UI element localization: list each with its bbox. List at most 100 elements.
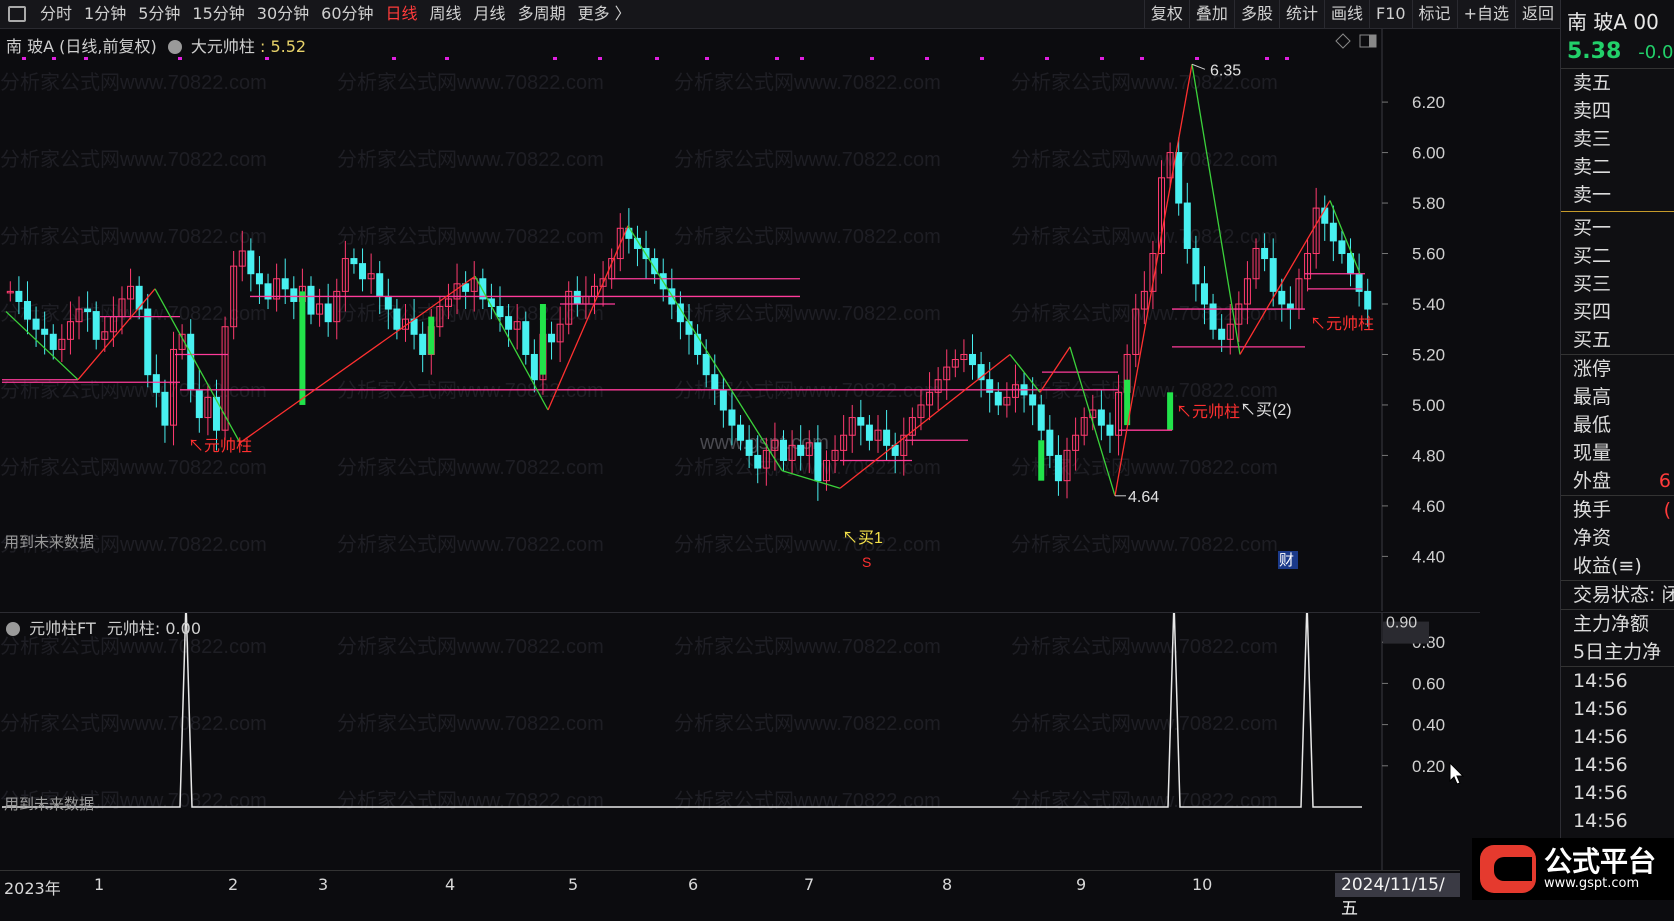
signal-dot <box>775 57 779 60</box>
quote-stat: 最高 <box>1561 383 1674 411</box>
candle-body <box>857 417 865 426</box>
buy-level: 买三 <box>1561 270 1674 298</box>
indicator-toggle-icon[interactable] <box>167 40 182 54</box>
watermark-text: 分析家公式网www.70822.com <box>337 225 604 248</box>
signal-dot <box>178 57 182 60</box>
period-tab[interactable]: 60分钟 <box>315 0 379 28</box>
toolbar-action-button[interactable]: 返回 <box>1514 0 1560 28</box>
sell-level: 卖四 <box>1561 97 1674 125</box>
stat-rows-2: 换手 (净资 收益(≡) <box>1561 496 1674 580</box>
toolbar-action-button[interactable]: 画线 <box>1323 0 1369 28</box>
time-axis-label: 9 <box>1076 875 1087 894</box>
sell-level-label: 卖四 <box>1573 100 1612 122</box>
time-axis-label: 1 <box>94 875 105 894</box>
watermark-text: 分析家公式网www.70822.com <box>0 225 267 248</box>
candle-body <box>728 409 736 426</box>
time-axis-label: 6 <box>688 875 699 894</box>
signal-dot <box>1195 57 1199 60</box>
tick-time-label: 14:56 <box>1573 698 1628 720</box>
watermark-text: 分析家公式网www.70822.com <box>1011 225 1278 248</box>
sub-legend: 元帅柱FT 元帅柱: 0.00 <box>6 615 201 639</box>
toolbar-action-button[interactable]: 复权 <box>1143 0 1189 28</box>
tick-time-label: 14:56 <box>1573 754 1628 776</box>
candle-body <box>797 444 805 456</box>
period-tab[interactable]: 多周期 <box>512 0 572 28</box>
period-tab[interactable]: 日线 <box>380 0 424 28</box>
price-tick-label: 5.20 <box>1412 345 1445 364</box>
candle-body <box>23 300 31 320</box>
quote-stat: 涨停 <box>1561 355 1674 383</box>
logo-icon <box>1480 845 1536 893</box>
watermark-text: 分析家公式网www.70822.com <box>674 456 941 479</box>
toolbar-action-button[interactable]: 叠加 <box>1188 0 1234 28</box>
tick-times[interactable]: 14:56 14:56 14:56 14:56 14:56 14:56 <box>1561 667 1674 835</box>
candle-body <box>324 303 332 323</box>
tick-time-label: 14:56 <box>1573 670 1628 692</box>
price-tick-label: 6.00 <box>1412 144 1445 163</box>
quote-stat-label: 涨停 <box>1573 358 1612 380</box>
candle-body <box>1192 247 1200 285</box>
quote-stat-label: 外盘 <box>1573 470 1612 492</box>
candle-body <box>1261 247 1269 260</box>
toolbar-action-button[interactable]: +自选 <box>1456 0 1515 28</box>
quote-stock-name[interactable]: 南 玻A 00 <box>1561 0 1674 35</box>
candle-body <box>195 389 203 419</box>
watermark-text: 分析家公式网www.70822.com <box>1011 148 1278 171</box>
time-axis: 2023年 1 2 3 4 5 6 7 8 9 10 2024/11/15/五 <box>0 870 1460 919</box>
time-axis-label: 10 <box>1192 875 1213 894</box>
signal-dot <box>392 57 396 60</box>
period-tab[interactable]: 更多 〉 <box>572 0 637 28</box>
watermark-text: 分析家公式网www.70822.com <box>674 533 941 556</box>
period-tab[interactable]: 5分钟 <box>132 0 186 28</box>
quote-stat2-value: ( <box>1663 499 1671 521</box>
watermark-text: 分析家公式网www.70822.com <box>1011 456 1278 479</box>
candle-body <box>1029 394 1037 406</box>
candle-body <box>281 278 289 290</box>
watermark-text: 分析家公式网www.70822.com <box>1011 789 1278 812</box>
candle-body <box>144 308 152 376</box>
sub-indicator-chart[interactable]: 分析家公式网www.70822.com 分析家公式网www.70822.com 分析… <box>0 612 1480 871</box>
toolbar-action-button[interactable]: F10 <box>1368 0 1412 28</box>
candle-body <box>1278 290 1286 305</box>
window-icon[interactable] <box>8 6 26 22</box>
buy-level-label: 买一 <box>1573 217 1612 239</box>
watermark-text: 分析家公式网www.70822.com <box>337 71 604 94</box>
candle-body <box>883 429 891 446</box>
period-tab[interactable]: 30分钟 <box>251 0 315 28</box>
toolbar-action-button[interactable]: 标记 <box>1411 0 1457 28</box>
signal-dot <box>265 57 269 60</box>
sell-level-label: 卖二 <box>1573 156 1612 178</box>
candle-body <box>745 439 753 456</box>
period-tab[interactable]: 分时 <box>34 0 78 28</box>
period-tab[interactable]: 1分钟 <box>78 0 132 28</box>
sub-indicator-toggle-icon[interactable] <box>6 622 20 636</box>
candle-body <box>1106 424 1114 436</box>
candle-body <box>1037 404 1045 431</box>
toolbar-action-button[interactable]: 统计 <box>1278 0 1324 28</box>
period-tab[interactable]: 周线 <box>424 0 468 28</box>
time-axis-label: 3 <box>318 875 329 894</box>
quote-panel: 南 玻A 00 5.38 -0.0 卖五 卖四 卖三 卖二 卖一 买一 买二 买三 买四 买五 … <box>1560 0 1674 900</box>
watermark-text: 分析家公式网www.70822.com <box>674 712 941 735</box>
toolbar-action-button[interactable]: 多股 <box>1233 0 1279 28</box>
candle-body <box>247 250 255 275</box>
sell-level-label: 卖五 <box>1573 72 1612 94</box>
period-tab[interactable]: 月线 <box>468 0 512 28</box>
kline-canvas[interactable]: 分析家公式网www.70822.com 分析家公式网www.70822.com 分析… <box>0 29 1480 611</box>
finance-event-label: 财 <box>1279 552 1294 569</box>
watermark-text: 分析家公式网www.70822.com <box>337 148 604 171</box>
period-tab[interactable]: 15分钟 <box>186 0 250 28</box>
candle-body <box>780 439 788 461</box>
buy-signal-1: ↖买1 <box>842 529 883 547</box>
sub-canvas[interactable]: 分析家公式网www.70822.com 分析家公式网www.70822.com 分析… <box>0 613 1480 871</box>
buy-level: 买一 <box>1561 214 1674 242</box>
candle-body <box>1218 328 1226 340</box>
buy-level-label: 买四 <box>1573 301 1612 323</box>
signal-dot <box>1140 57 1144 60</box>
high-price-label: 6.35 <box>1210 62 1241 79</box>
watermark-text: 分析家公式网www.70822.com <box>674 71 941 94</box>
main-kline-chart[interactable]: 分析家公式网www.70822.com 分析家公式网www.70822.com 分析… <box>0 29 1480 611</box>
tick-time-label: 14:56 <box>1573 782 1628 804</box>
candle-body <box>187 333 195 391</box>
stat-rows: 涨停 最高 最低 现量 外盘 6 <box>1561 355 1674 495</box>
